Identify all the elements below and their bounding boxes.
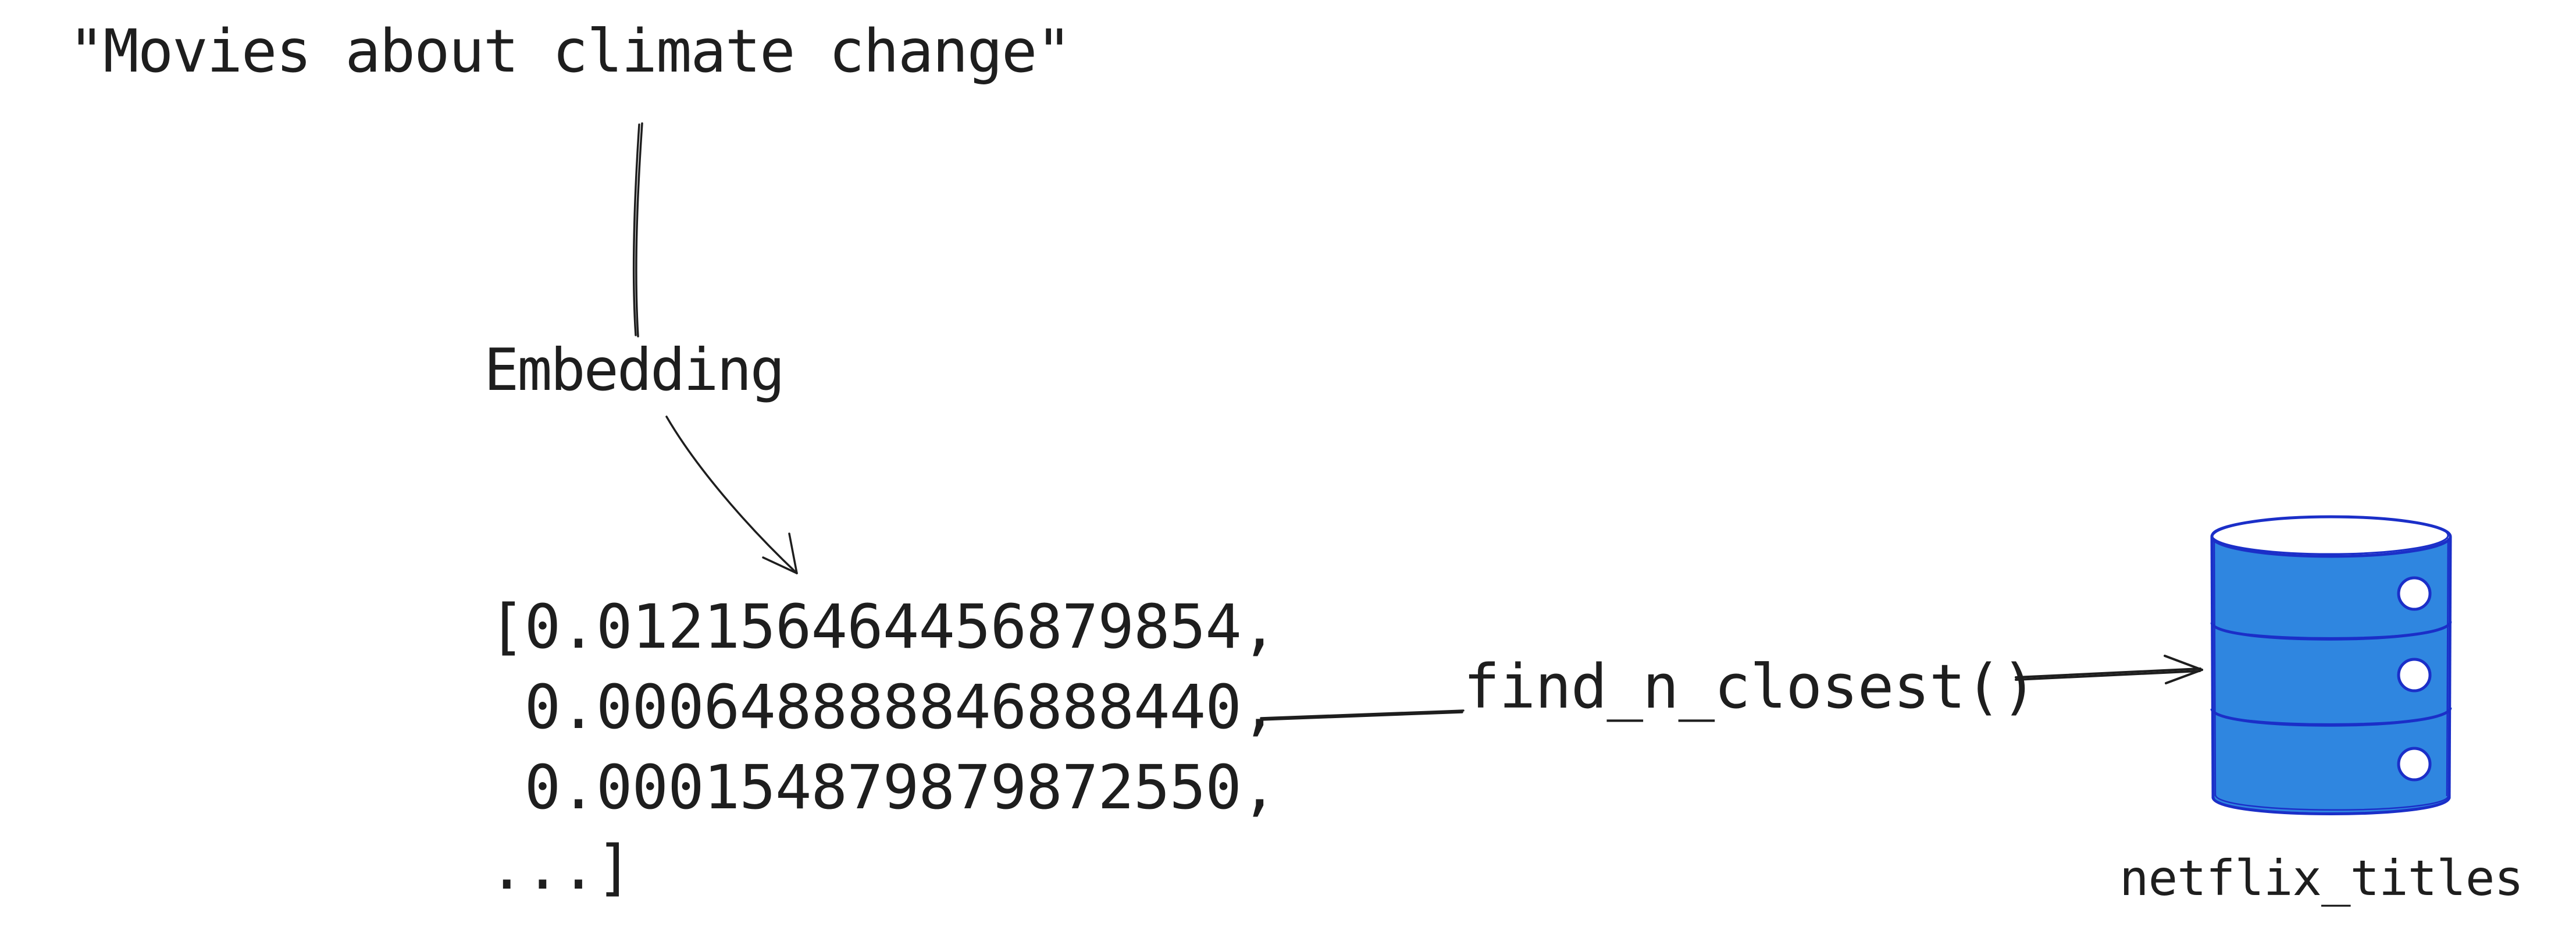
function-to-database-arrow (2015, 655, 2203, 684)
query-text: "Movies about climate change" (69, 17, 1072, 86)
find-n-closest-label: find_n_closest() (1463, 651, 2037, 722)
database-label: netflix_titles (2119, 850, 2524, 907)
embedding-vector: [0.012156464456879854, 0.000648888846888… (489, 596, 1277, 918)
diagram-canvas: "Movies about climate change" Embedding … (0, 0, 2576, 934)
vector-line: 0.000648888846888440, (489, 672, 1278, 743)
vector-line: [0.012156464456879854, (489, 591, 1277, 662)
embedding-label: Embedding (484, 336, 785, 404)
vector-line: ...] (489, 832, 632, 903)
query-to-embedding-line (632, 122, 643, 338)
connectors (632, 122, 2452, 815)
embedding-to-vector-arrow (665, 415, 798, 574)
vector-line: 0.000154879879872550, (489, 752, 1278, 823)
database-icon (2210, 515, 2452, 815)
vector-to-function-line (1260, 709, 1465, 721)
